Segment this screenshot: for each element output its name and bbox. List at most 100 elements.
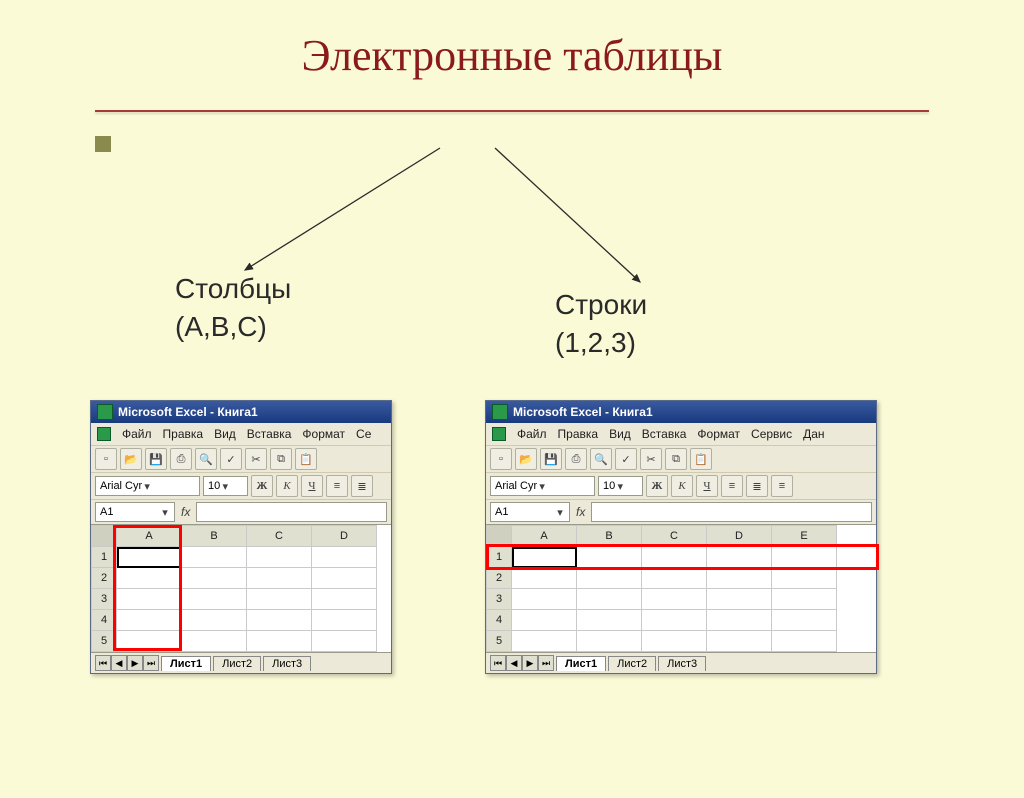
print-icon[interactable]: ⎙ [170, 448, 192, 470]
sheet-tab[interactable]: Лист1 [161, 656, 211, 671]
col-header[interactable]: B [182, 526, 247, 547]
spell-icon[interactable]: ✓ [220, 448, 242, 470]
underline-button[interactable]: Ч [696, 475, 718, 497]
tab-nav-next-icon[interactable]: ▶ [522, 655, 538, 671]
print-icon[interactable]: ⎙ [565, 448, 587, 470]
cell-a1[interactable] [512, 547, 577, 568]
align-left-icon[interactable]: ≡ [721, 475, 743, 497]
tab-nav-first-icon[interactable]: ⏮ [490, 655, 506, 671]
fx-icon[interactable]: fx [181, 505, 190, 519]
label-columns: Столбцы (A,B,C) [175, 270, 291, 346]
row-header[interactable]: 4 [487, 610, 512, 631]
menu-item[interactable]: Сервис [751, 427, 792, 441]
menubar-icon [97, 427, 111, 441]
menu-item[interactable]: Формат [302, 427, 345, 441]
select-all-corner[interactable] [487, 526, 512, 547]
menu-item[interactable]: Формат [697, 427, 740, 441]
underline-button[interactable]: Ч [301, 475, 323, 497]
row-header[interactable]: 5 [92, 631, 117, 652]
align-left-icon[interactable]: ≡ [326, 475, 348, 497]
copy-icon[interactable]: ⧉ [665, 448, 687, 470]
col-header[interactable]: C [247, 526, 312, 547]
font-size-selector[interactable]: 10▾ [598, 476, 643, 496]
font-selector[interactable]: Arial Cyr▾ [490, 476, 595, 496]
tab-nav-next-icon[interactable]: ▶ [127, 655, 143, 671]
row-header[interactable]: 1 [92, 547, 117, 568]
sheet-tab[interactable]: Лист2 [213, 656, 261, 671]
row-header[interactable]: 2 [92, 568, 117, 589]
menu-item[interactable]: Вставка [642, 427, 687, 441]
new-icon[interactable]: ▫ [95, 448, 117, 470]
save-icon[interactable]: 💾 [540, 448, 562, 470]
menu-item[interactable]: Файл [122, 427, 152, 441]
copy-icon[interactable]: ⧉ [270, 448, 292, 470]
col-header[interactable]: E [772, 526, 837, 547]
search-icon[interactable]: 🔍 [195, 448, 217, 470]
align-right-icon[interactable]: ≡ [771, 475, 793, 497]
spell-icon[interactable]: ✓ [615, 448, 637, 470]
name-box[interactable]: A1▾ [490, 502, 570, 522]
menu-item[interactable]: Правка [558, 427, 599, 441]
tab-nav-first-icon[interactable]: ⏮ [95, 655, 111, 671]
window-title: Microsoft Excel - Книга1 [118, 405, 258, 419]
formula-bar[interactable] [591, 502, 872, 522]
sheet-grid[interactable]: A B C D E 1 2 3 4 5 [486, 524, 876, 652]
name-box[interactable]: A1▾ [95, 502, 175, 522]
bold-button[interactable]: Ж [646, 475, 668, 497]
open-icon[interactable]: 📂 [515, 448, 537, 470]
font-selector[interactable]: Arial Cyr▾ [95, 476, 200, 496]
menu-item[interactable]: Се [356, 427, 371, 441]
row-header[interactable]: 3 [92, 589, 117, 610]
col-header[interactable]: D [312, 526, 377, 547]
cell-a1[interactable] [117, 547, 182, 568]
row-header[interactable]: 3 [487, 589, 512, 610]
cut-icon[interactable]: ✂ [640, 448, 662, 470]
select-all-corner[interactable] [92, 526, 117, 547]
sheet-tab[interactable]: Лист2 [608, 656, 656, 671]
tab-nav-prev-icon[interactable]: ◀ [506, 655, 522, 671]
row-header[interactable]: 5 [487, 631, 512, 652]
search-icon[interactable]: 🔍 [590, 448, 612, 470]
col-header[interactable]: A [117, 526, 182, 547]
sheet-tab[interactable]: Лист1 [556, 656, 606, 671]
tab-nav-last-icon[interactable]: ⏭ [143, 655, 159, 671]
menu-item[interactable]: Вид [214, 427, 236, 441]
font-size-selector[interactable]: 10▾ [203, 476, 248, 496]
col-header[interactable]: A [512, 526, 577, 547]
menu-item[interactable]: Правка [163, 427, 204, 441]
row-header[interactable]: 4 [92, 610, 117, 631]
formula-bar-row: A1▾ fx [91, 499, 391, 524]
menubar: Файл Правка Вид Вставка Формат Сервис Да… [486, 423, 876, 445]
menu-item[interactable]: Вид [609, 427, 631, 441]
window-title: Microsoft Excel - Книга1 [513, 405, 653, 419]
paste-icon[interactable]: 📋 [690, 448, 712, 470]
italic-button[interactable]: К [671, 475, 693, 497]
bold-button[interactable]: Ж [251, 475, 273, 497]
row-header[interactable]: 2 [487, 568, 512, 589]
cut-icon[interactable]: ✂ [245, 448, 267, 470]
row-header[interactable]: 1 [487, 547, 512, 568]
open-icon[interactable]: 📂 [120, 448, 142, 470]
paste-icon[interactable]: 📋 [295, 448, 317, 470]
align-center-icon[interactable]: ≣ [746, 475, 768, 497]
sheet-tab[interactable]: Лист3 [263, 656, 311, 671]
menu-item[interactable]: Файл [517, 427, 547, 441]
tab-nav-prev-icon[interactable]: ◀ [111, 655, 127, 671]
col-header[interactable]: B [577, 526, 642, 547]
menu-item[interactable]: Дан [803, 427, 824, 441]
italic-button[interactable]: К [276, 475, 298, 497]
tab-nav-last-icon[interactable]: ⏭ [538, 655, 554, 671]
menu-item[interactable]: Вставка [247, 427, 292, 441]
fx-icon[interactable]: fx [576, 505, 585, 519]
sheet-grid[interactable]: A B C D 1 2 3 4 5 [91, 524, 391, 652]
col-header[interactable]: C [642, 526, 707, 547]
sheet-tab[interactable]: Лист3 [658, 656, 706, 671]
align-center-icon[interactable]: ≣ [351, 475, 373, 497]
col-header[interactable]: D [707, 526, 772, 547]
toolbar-format: Arial Cyr▾ 10▾ Ж К Ч ≡ ≣ ≡ [486, 472, 876, 499]
formula-bar[interactable] [196, 502, 387, 522]
save-icon[interactable]: 💾 [145, 448, 167, 470]
label-rows: Строки (1,2,3) [555, 286, 647, 362]
new-icon[interactable]: ▫ [490, 448, 512, 470]
slide-title: Электронные таблицы [0, 30, 1024, 81]
